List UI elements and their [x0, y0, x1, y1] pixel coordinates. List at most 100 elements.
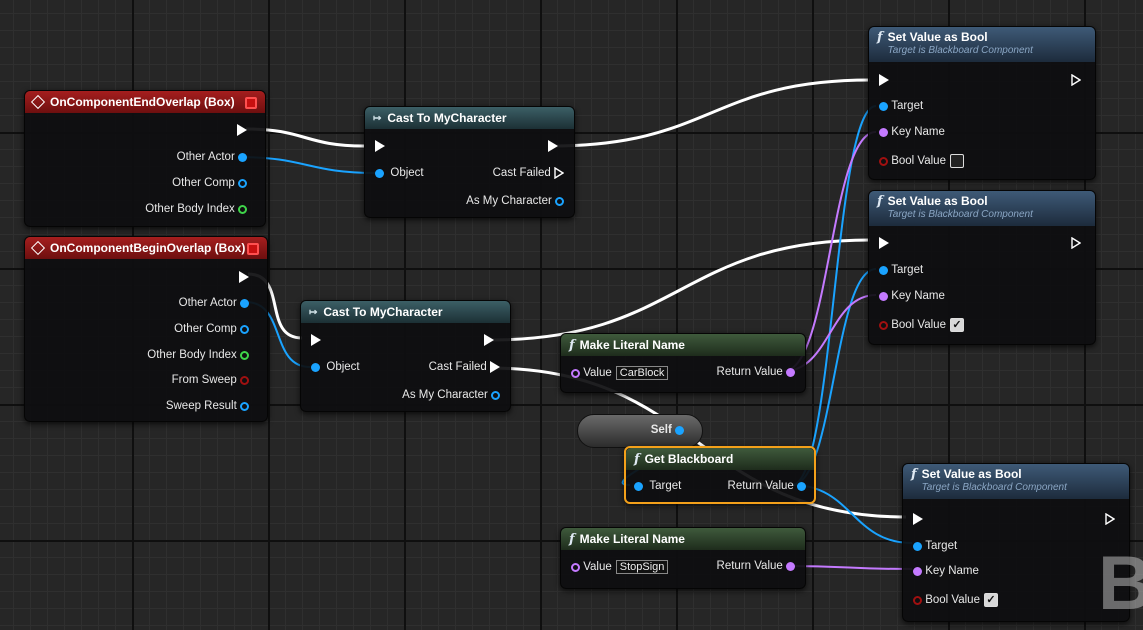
pin-other-actor[interactable]: Other Actor	[179, 297, 249, 309]
pin-label: Return Value	[716, 560, 783, 572]
make-literal-name-node-1[interactable]: f Make Literal Name Value CarBlock Return …	[560, 333, 806, 393]
exec-in-pin[interactable]	[311, 334, 321, 346]
event-node-end-overlap[interactable]: OnComponentEndOverlap (Box) Other Actor …	[24, 90, 266, 227]
pin-label: Other Body Index	[147, 349, 237, 361]
pin-key-name[interactable]: Key Name	[879, 126, 945, 138]
pin-cast-failed[interactable]: Cast Failed	[493, 167, 564, 179]
pin-return-value[interactable]: Return Value	[717, 560, 795, 572]
pin-value[interactable]: Value StopSign	[571, 560, 669, 574]
object-pin-icon	[240, 298, 249, 308]
function-header: f Get Blackboard	[626, 448, 814, 470]
exec-arrow-icon	[879, 74, 889, 86]
object-pin-icon	[491, 390, 500, 400]
pin-other-comp[interactable]: Other Comp	[174, 323, 249, 335]
pin-target[interactable]: Target	[634, 480, 681, 492]
bool-checkbox[interactable]	[949, 154, 964, 168]
pin-key-name[interactable]: Key Name	[913, 565, 979, 577]
pin-object[interactable]: Object	[375, 167, 424, 179]
event-header: OnComponentEndOverlap (Box)	[25, 91, 265, 113]
pin-value[interactable]: Value CarBlock	[571, 366, 669, 380]
self-node[interactable]: Self	[577, 414, 703, 448]
object-pin-icon	[238, 178, 247, 188]
object-pin-icon	[879, 101, 888, 111]
get-blackboard-node[interactable]: f Get Blackboard Target Return Value	[624, 446, 816, 504]
pin-as-my-character[interactable]: As My Character	[402, 389, 500, 401]
exec-out-pin[interactable]	[1071, 74, 1081, 86]
node-title: Make Literal Name	[579, 532, 685, 546]
exec-out-pin[interactable]	[484, 334, 494, 346]
exec-arrow-icon	[239, 271, 249, 283]
pin-target[interactable]: Target	[879, 100, 923, 112]
exec-in-pin[interactable]	[375, 140, 385, 152]
pin-bool-value[interactable]: Bool Value ✓	[913, 593, 998, 607]
pin-label: Return Value	[716, 366, 783, 378]
pin-label: Other Comp	[172, 177, 235, 189]
set-bool-node-2[interactable]: f Set Value as Bool Target is Blackboard C…	[868, 190, 1096, 345]
exec-in-pin[interactable]	[879, 237, 889, 249]
name-pin-icon	[879, 291, 888, 301]
node-subtitle: Target is Blackboard Component	[887, 45, 1033, 56]
function-icon: f	[877, 30, 883, 45]
delegate-pin-icon[interactable]	[245, 97, 257, 109]
exec-out-pin[interactable]	[1071, 237, 1081, 249]
set-bool-node-3[interactable]: f Set Value as Bool Target is Blackboard C…	[902, 463, 1130, 622]
delegate-pin-icon[interactable]	[247, 243, 259, 255]
pin-bool-value[interactable]: Bool Value	[879, 154, 964, 168]
exec-out-pin[interactable]	[239, 271, 249, 283]
bool-pin-icon	[913, 595, 922, 605]
cast-node-bottom[interactable]: ↦ Cast To MyCharacter Object Cast Failed …	[300, 300, 511, 412]
exec-in-pin[interactable]	[879, 74, 889, 86]
exec-wire[interactable]	[551, 78, 871, 148]
pin-label: From Sweep	[171, 374, 237, 386]
node-title: OnComponentBeginOverlap (Box)	[50, 241, 246, 255]
node-subtitle: Target is Blackboard Component	[887, 209, 1033, 220]
exec-arrow-icon	[237, 124, 247, 136]
cast-node-top[interactable]: ↦ Cast To MyCharacter Object Cast Failed …	[364, 106, 575, 218]
int-pin-icon	[240, 350, 249, 360]
pin-other-body-index[interactable]: Other Body Index	[147, 349, 249, 361]
pin-target[interactable]: Target	[879, 264, 923, 276]
literal-value-input[interactable]: CarBlock	[615, 366, 669, 380]
cast-arrows-icon: ↦	[309, 306, 318, 318]
pin-label: Key Name	[925, 565, 979, 577]
pin-from-sweep[interactable]: From Sweep	[172, 374, 249, 386]
object-wire[interactable]	[791, 105, 877, 486]
pin-object[interactable]: Object	[311, 361, 360, 373]
exec-wire[interactable]	[489, 238, 871, 342]
pin-bool-value[interactable]: Bool Value ✓	[879, 318, 964, 332]
node-title: Set Value as Bool	[887, 30, 988, 44]
exec-out-pin[interactable]	[237, 124, 247, 136]
make-literal-name-node-2[interactable]: f Make Literal Name Value StopSign Return …	[560, 527, 806, 589]
exec-out-pin[interactable]	[1105, 513, 1115, 525]
name-pin-icon	[913, 566, 922, 576]
pin-other-comp[interactable]: Other Comp	[172, 177, 247, 189]
function-header: f Set Value as Bool Target is Blackboard C…	[869, 27, 1095, 62]
set-bool-node-1[interactable]: f Set Value as Bool Target is Blackboard C…	[868, 26, 1096, 180]
object-pin-icon	[879, 265, 888, 275]
pin-return-value[interactable]: Return Value	[717, 366, 795, 378]
pin-sweep-result[interactable]: Sweep Result	[166, 400, 249, 412]
name-pin-icon	[879, 127, 888, 137]
node-title: Cast To MyCharacter	[323, 305, 443, 319]
pin-other-actor[interactable]: Other Actor	[177, 151, 247, 163]
pin-as-my-character[interactable]: As My Character	[466, 195, 564, 207]
exec-in-pin[interactable]	[913, 513, 923, 525]
exec-arrow-icon	[548, 140, 558, 152]
pin-return-value[interactable]: Return Value	[728, 480, 806, 492]
pin-target[interactable]: Target	[913, 540, 957, 552]
pin-key-name[interactable]: Key Name	[879, 290, 945, 302]
pin-other-body-index[interactable]: Other Body Index	[145, 203, 247, 215]
bool-checkbox[interactable]: ✓	[983, 593, 998, 607]
pin-cast-failed[interactable]: Cast Failed	[429, 361, 500, 373]
object-pin-icon	[555, 196, 564, 206]
cast-arrows-icon: ↦	[373, 112, 382, 124]
exec-arrow-icon	[484, 334, 494, 346]
node-title: Make Literal Name	[579, 338, 685, 352]
bool-checkbox[interactable]: ✓	[949, 318, 964, 332]
pin-label: Cast Failed	[428, 361, 487, 373]
event-node-begin-overlap[interactable]: OnComponentBeginOverlap (Box) Other Acto…	[24, 236, 268, 422]
blueprint-graph-canvas[interactable]: OnComponentEndOverlap (Box) Other Actor …	[0, 0, 1143, 630]
pin-self[interactable]: Self	[651, 424, 684, 436]
exec-out-pin[interactable]	[548, 140, 558, 152]
literal-value-input[interactable]: StopSign	[615, 560, 669, 574]
